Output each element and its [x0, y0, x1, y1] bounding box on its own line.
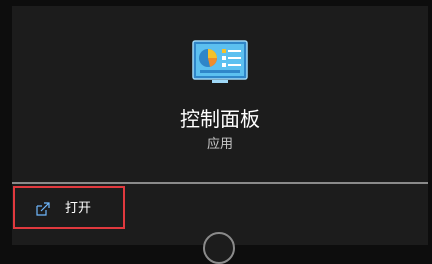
app-title: 控制面板 — [180, 107, 260, 131]
open-button[interactable]: 打开 — [13, 186, 125, 229]
open-button-label: 打开 — [65, 201, 92, 216]
search-preview-panel: 控制面板 应用 打开 — [12, 6, 428, 264]
open-external-icon — [36, 202, 50, 216]
divider — [12, 182, 428, 184]
control-panel-icon — [192, 40, 248, 83]
scroll-handle[interactable] — [203, 232, 235, 264]
window-backdrop: 控制面板 应用 打开 — [0, 0, 432, 264]
app-subtitle: 应用 — [206, 137, 233, 152]
